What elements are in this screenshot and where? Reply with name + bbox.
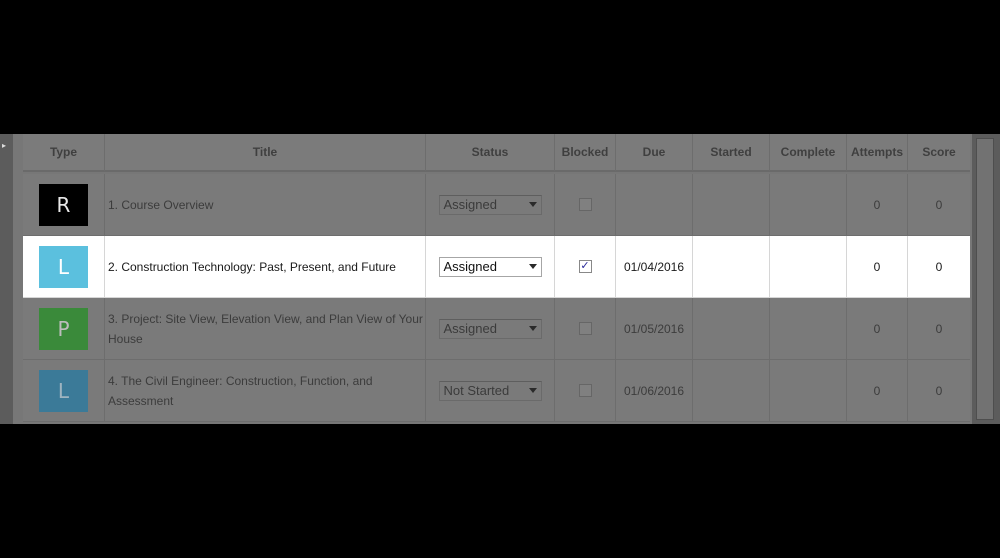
attempts-cell: 0 [847, 298, 908, 360]
table-row[interactable]: L 4. The Civil Engineer: Construction, F… [23, 360, 970, 422]
status-select[interactable]: Assigned [438, 256, 542, 277]
attempts-cell: 0 [847, 174, 908, 236]
score-cell: 0 [908, 236, 970, 298]
caret-down-icon [528, 264, 537, 269]
column-header-title[interactable]: Title [105, 134, 426, 172]
status-cell: Not Started [426, 360, 555, 422]
status-value: Assigned [443, 259, 497, 274]
table-row-active[interactable]: L 2. Construction Technology: Past, Pres… [23, 236, 970, 298]
started-cell [693, 236, 770, 298]
status-cell: Assigned [426, 298, 555, 360]
started-cell [693, 298, 770, 360]
complete-cell [770, 236, 847, 298]
complete-cell [770, 360, 847, 422]
caret-down-icon [528, 388, 537, 393]
status-value: Assigned [443, 321, 497, 336]
started-cell [693, 360, 770, 422]
blocked-cell [555, 360, 616, 422]
started-cell [693, 174, 770, 236]
check-icon: ✓ [580, 260, 590, 272]
type-badge[interactable]: R [39, 183, 88, 226]
column-header-attempts[interactable]: Attempts [847, 134, 908, 172]
type-badge[interactable]: P [39, 307, 88, 350]
complete-cell [770, 298, 847, 360]
blocked-cell: ✓ [555, 236, 616, 298]
caret-down-icon [528, 202, 537, 207]
column-header-score[interactable]: Score [908, 134, 970, 172]
blocked-checkbox[interactable] [578, 322, 592, 335]
due-cell [616, 174, 693, 236]
column-header-complete[interactable]: Complete [770, 134, 847, 172]
column-header-type[interactable]: Type [23, 134, 105, 172]
status-value: Not Started [443, 383, 510, 398]
left-scrollbar[interactable]: ▸ [0, 134, 13, 424]
due-cell: 01/05/2016 [616, 298, 693, 360]
due-cell: 01/04/2016 [616, 236, 693, 298]
column-header-due[interactable]: Due [616, 134, 693, 172]
status-select[interactable]: Assigned [438, 194, 542, 215]
blocked-checkbox[interactable] [578, 198, 592, 211]
status-select[interactable]: Not Started [438, 380, 542, 401]
type-cell: L [23, 236, 105, 298]
score-cell: 0 [908, 298, 970, 360]
attempts-cell: 0 [847, 360, 908, 422]
score-cell: 0 [908, 360, 970, 422]
score-cell: 0 [908, 174, 970, 236]
blocked-checkbox[interactable]: ✓ [578, 260, 592, 273]
title-cell[interactable]: 1. Course Overview [105, 174, 426, 236]
blocked-cell [555, 298, 616, 360]
course-assignments-panel: ▸ Type Title Status Blocked Due Started … [0, 134, 1000, 424]
column-header-started[interactable]: Started [693, 134, 770, 172]
status-cell: Assigned [426, 236, 555, 298]
status-cell: Assigned [426, 174, 555, 236]
scrollbar-track[interactable] [976, 138, 994, 420]
triangle-right-icon: ▸ [2, 141, 7, 150]
type-cell: L [23, 360, 105, 422]
column-header-status[interactable]: Status [426, 134, 555, 172]
type-badge[interactable]: L [39, 369, 88, 412]
title-cell[interactable]: 3. Project: Site View, Elevation View, a… [105, 298, 426, 360]
table-row[interactable]: R 1. Course Overview Assigned 0 0 [23, 174, 970, 236]
type-cell: R [23, 174, 105, 236]
right-scrollbar[interactable] [972, 134, 1000, 424]
blocked-cell [555, 174, 616, 236]
attempts-cell: 0 [847, 236, 908, 298]
blocked-checkbox[interactable] [578, 384, 592, 397]
status-value: Assigned [443, 197, 497, 212]
column-header-blocked[interactable]: Blocked [555, 134, 616, 172]
type-cell: P [23, 298, 105, 360]
title-cell[interactable]: 2. Construction Technology: Past, Presen… [105, 236, 426, 298]
table-row[interactable]: P 3. Project: Site View, Elevation View,… [23, 298, 970, 360]
status-select[interactable]: Assigned [438, 318, 542, 339]
caret-down-icon [528, 326, 537, 331]
title-cell[interactable]: 4. The Civil Engineer: Construction, Fun… [105, 360, 426, 422]
type-badge[interactable]: L [39, 245, 88, 288]
due-cell: 01/06/2016 [616, 360, 693, 422]
complete-cell [770, 174, 847, 236]
